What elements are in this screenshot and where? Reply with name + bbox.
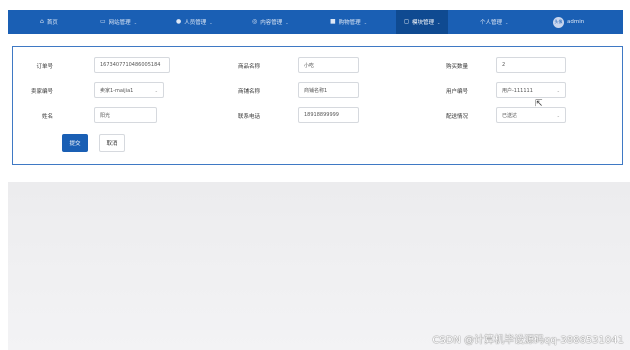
shop-name-label: 商铺名称 xyxy=(237,89,260,95)
product-name-input[interactable]: 小吃 xyxy=(298,57,359,73)
nav-item-staff-management[interactable]: ● 人员管理 ⌄ xyxy=(176,10,213,34)
watermark-text: CSDN @计算机毕设源码qq-3886531041 xyxy=(432,335,624,346)
username: admin xyxy=(567,19,585,25)
nav-item-module-management[interactable]: ◻ 模块管理 ⌄ xyxy=(396,10,449,34)
chevron-down-icon: ⌄ xyxy=(133,19,138,25)
chevron-down-icon: ⌄ xyxy=(437,19,441,25)
seller-no-select[interactable]: 卖家1-maijia1 ⌄ xyxy=(94,82,164,98)
nav-item-label: 购物管理 xyxy=(338,20,361,26)
name-label: 姓名 xyxy=(41,114,53,120)
monitor-icon: ▭ xyxy=(100,18,106,25)
nav-item-label: 网站管理 xyxy=(108,20,131,26)
nav-item-label: 个人管理 xyxy=(480,20,503,26)
quantity-label: 购买数量 xyxy=(445,64,468,70)
nav-item-shopping-management[interactable]: ■ 购物管理 ⌄ xyxy=(330,10,367,34)
order-form: 订单号 1673407710486005184 商品名称 小吃 购买数量 2 卖… xyxy=(12,46,623,165)
product-name-label: 商品名称 xyxy=(237,64,260,70)
nav-item-user[interactable]: 头像 admin xyxy=(553,10,584,34)
module-icon: ◻ xyxy=(404,18,409,25)
seller-no-label: 卖家编号 xyxy=(30,89,53,95)
nav-item-content-management[interactable]: ◎ 内容管理 ⌄ xyxy=(252,10,289,34)
cancel-button[interactable]: 取消 xyxy=(99,134,125,152)
submit-button[interactable]: 提交 xyxy=(62,134,88,152)
phone-input[interactable]: 18918899999 xyxy=(298,107,359,123)
mouse-cursor-icon: ⇱ xyxy=(535,99,543,109)
chevron-down-icon: ⌄ xyxy=(285,19,289,25)
nav-item-home[interactable]: ⌂ 首页 xyxy=(40,10,58,34)
user-no-label: 用户编号 xyxy=(445,89,468,95)
nav-item-personal-management[interactable]: 个人管理 ⌄ xyxy=(480,10,508,34)
nav-item-label: 内容管理 xyxy=(260,20,283,26)
top-navigation-bar: ⌂ 首页 ▭ 网站管理 ⌄ ● 人员管理 ⌄ ◎ 内容管理 ⌄ ■ 购物管理 ⌄… xyxy=(8,10,623,34)
content-icon: ◎ xyxy=(252,18,258,25)
chevron-down-icon: ⌄ xyxy=(556,112,560,118)
chevron-down-icon: ⌄ xyxy=(154,87,158,93)
chevron-down-icon: ⌄ xyxy=(556,87,560,93)
chevron-down-icon: ⌄ xyxy=(363,19,368,25)
chevron-down-icon: ⌄ xyxy=(209,19,213,25)
delivery-label: 配送情况 xyxy=(445,114,468,120)
nav-item-site-management[interactable]: ▭ 网站管理 ⌄ xyxy=(100,10,137,34)
name-input[interactable]: 阳光 xyxy=(94,107,157,123)
nav-item-label: 首页 xyxy=(46,20,58,26)
delivery-select[interactable]: 已送达 ⌄ xyxy=(496,107,566,123)
order-no-label: 订单号 xyxy=(36,64,53,70)
person-icon: ● xyxy=(176,18,182,25)
nav-item-label: 模块管理 xyxy=(411,20,434,26)
order-no-input[interactable]: 1673407710486005184 xyxy=(94,57,170,73)
quantity-input[interactable]: 2 xyxy=(496,57,566,73)
avatar-icon: 头像 xyxy=(553,16,564,28)
content-area xyxy=(8,182,630,350)
nav-item-label: 人员管理 xyxy=(184,20,207,26)
user-no-select[interactable]: 用户-111111 ⌄ xyxy=(496,82,566,98)
shop-name-input[interactable]: 商铺名称1 xyxy=(298,82,359,98)
chevron-down-icon: ⌄ xyxy=(505,19,509,25)
lock-icon: ■ xyxy=(330,18,336,25)
phone-label: 联系电话 xyxy=(237,114,260,120)
home-icon: ⌂ xyxy=(40,18,44,25)
